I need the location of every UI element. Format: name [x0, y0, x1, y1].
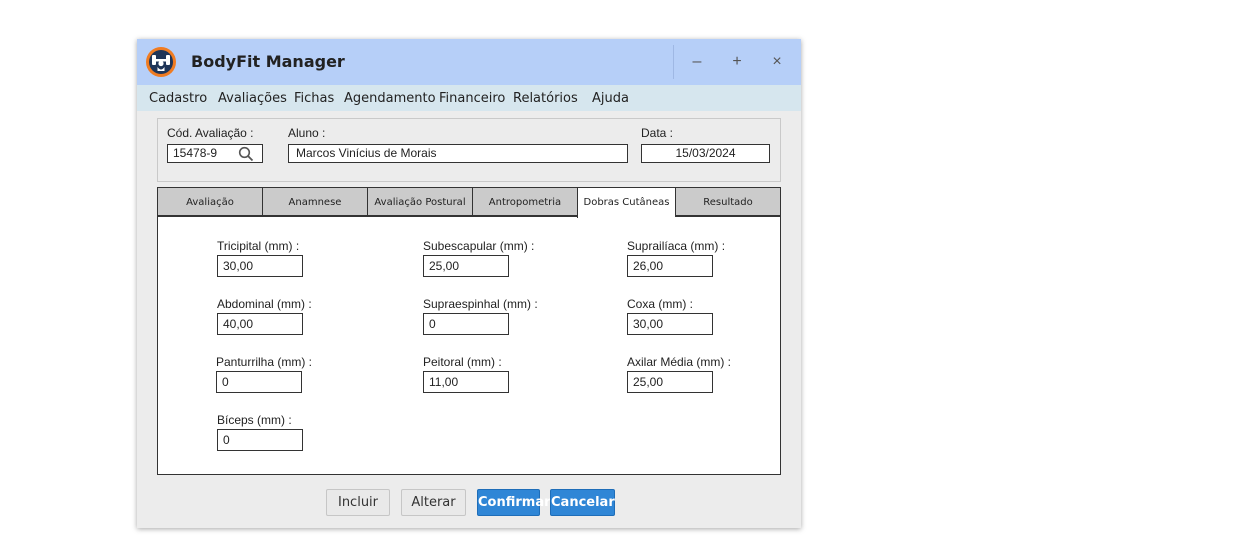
subescapular-label: Subescapular (mm) : — [423, 239, 535, 253]
cancelar-button[interactable]: Cancelar — [550, 489, 615, 516]
subescapular-input[interactable]: 25,00 — [423, 255, 509, 277]
incluir-button[interactable]: Incluir — [326, 489, 390, 516]
cod-avaliacao-value: 15478-9 — [173, 146, 218, 160]
abdominal-label: Abdominal (mm) : — [217, 297, 312, 311]
panturrilha-input[interactable]: 0 — [216, 371, 302, 393]
tricipital-label: Tricipital (mm) : — [217, 239, 300, 253]
menu-avaliacoes[interactable]: Avaliações — [218, 91, 287, 106]
menu-financeiro[interactable]: Financeiro — [439, 91, 505, 106]
data-field[interactable]: 15/03/2024 — [641, 144, 770, 163]
evaluation-header: Cód. Avaliação : 15478-9 Aluno : Marcos … — [157, 118, 781, 182]
coxa-label: Coxa (mm) : — [627, 297, 693, 311]
close-button[interactable]: × — [757, 45, 797, 79]
window-title: BodyFit Manager — [191, 52, 345, 71]
dobras-cutaneas-panel: Tricipital (mm) : 30,00 Subescapular (mm… — [157, 216, 781, 475]
peitoral-input[interactable]: 11,00 — [423, 371, 509, 393]
axilar-media-input[interactable]: 25,00 — [627, 371, 713, 393]
confirmar-button[interactable]: Confirmar — [477, 489, 551, 516]
cod-avaliacao-field[interactable]: 15478-9 — [167, 144, 263, 163]
axilar-media-label: Axilar Média (mm) : — [627, 355, 732, 369]
tab-avaliacao-postural[interactable]: Avaliação Postural — [367, 187, 472, 216]
menu-cadastro[interactable]: Cadastro — [149, 91, 207, 106]
tab-avaliacao[interactable]: Avaliação — [157, 187, 262, 216]
alterar-button[interactable]: Alterar — [401, 489, 466, 516]
aluno-label: Aluno : — [288, 126, 326, 140]
tab-antropometria[interactable]: Antropometria — [472, 187, 577, 216]
panturrilha-label: Panturrilha (mm) : — [216, 355, 313, 369]
biceps-input[interactable]: 0 — [217, 429, 303, 451]
supraespinhal-input[interactable]: 0 — [423, 313, 509, 335]
menu-fichas[interactable]: Fichas — [294, 91, 334, 106]
tab-anamnese[interactable]: Anamnese — [262, 187, 367, 216]
search-icon[interactable] — [238, 146, 254, 162]
minimize-button[interactable]: – — [677, 45, 717, 79]
cod-avaliacao-label: Cód. Avaliação : — [167, 126, 254, 140]
peitoral-label: Peitoral (mm) : — [423, 355, 502, 369]
menu-relatorios[interactable]: Relatórios — [513, 91, 578, 106]
menu-ajuda[interactable]: Ajuda — [592, 91, 629, 106]
suprailiaca-label: Suprailíaca (mm) : — [627, 239, 726, 253]
aluno-field[interactable]: Marcos Vinícius de Morais — [288, 144, 628, 163]
menu-agendamento[interactable]: Agendamento — [344, 91, 436, 106]
tricipital-input[interactable]: 30,00 — [217, 255, 303, 277]
dumbbell-logo-icon — [146, 47, 176, 77]
title-bar: BodyFit Manager – + × — [137, 39, 801, 85]
window-controls: – + × — [673, 45, 801, 79]
app-window: BodyFit Manager – + × Cadastro Avaliaçõe… — [137, 39, 801, 528]
coxa-input[interactable]: 30,00 — [627, 313, 713, 335]
biceps-label: Bíceps (mm) : — [217, 413, 292, 427]
tab-bar: Avaliação Anamnese Avaliação Postural An… — [157, 187, 781, 218]
supraespinhal-label: Supraespinhal (mm) : — [423, 297, 538, 311]
abdominal-input[interactable]: 40,00 — [217, 313, 303, 335]
maximize-button[interactable]: + — [717, 45, 757, 79]
data-label: Data : — [641, 126, 674, 140]
tab-dobras-cutaneas[interactable]: Dobras Cutâneas — [577, 187, 675, 218]
suprailiaca-input[interactable]: 26,00 — [627, 255, 713, 277]
tab-resultado[interactable]: Resultado — [675, 187, 781, 216]
menu-bar: Cadastro Avaliações Fichas Agendamento F… — [137, 85, 801, 111]
